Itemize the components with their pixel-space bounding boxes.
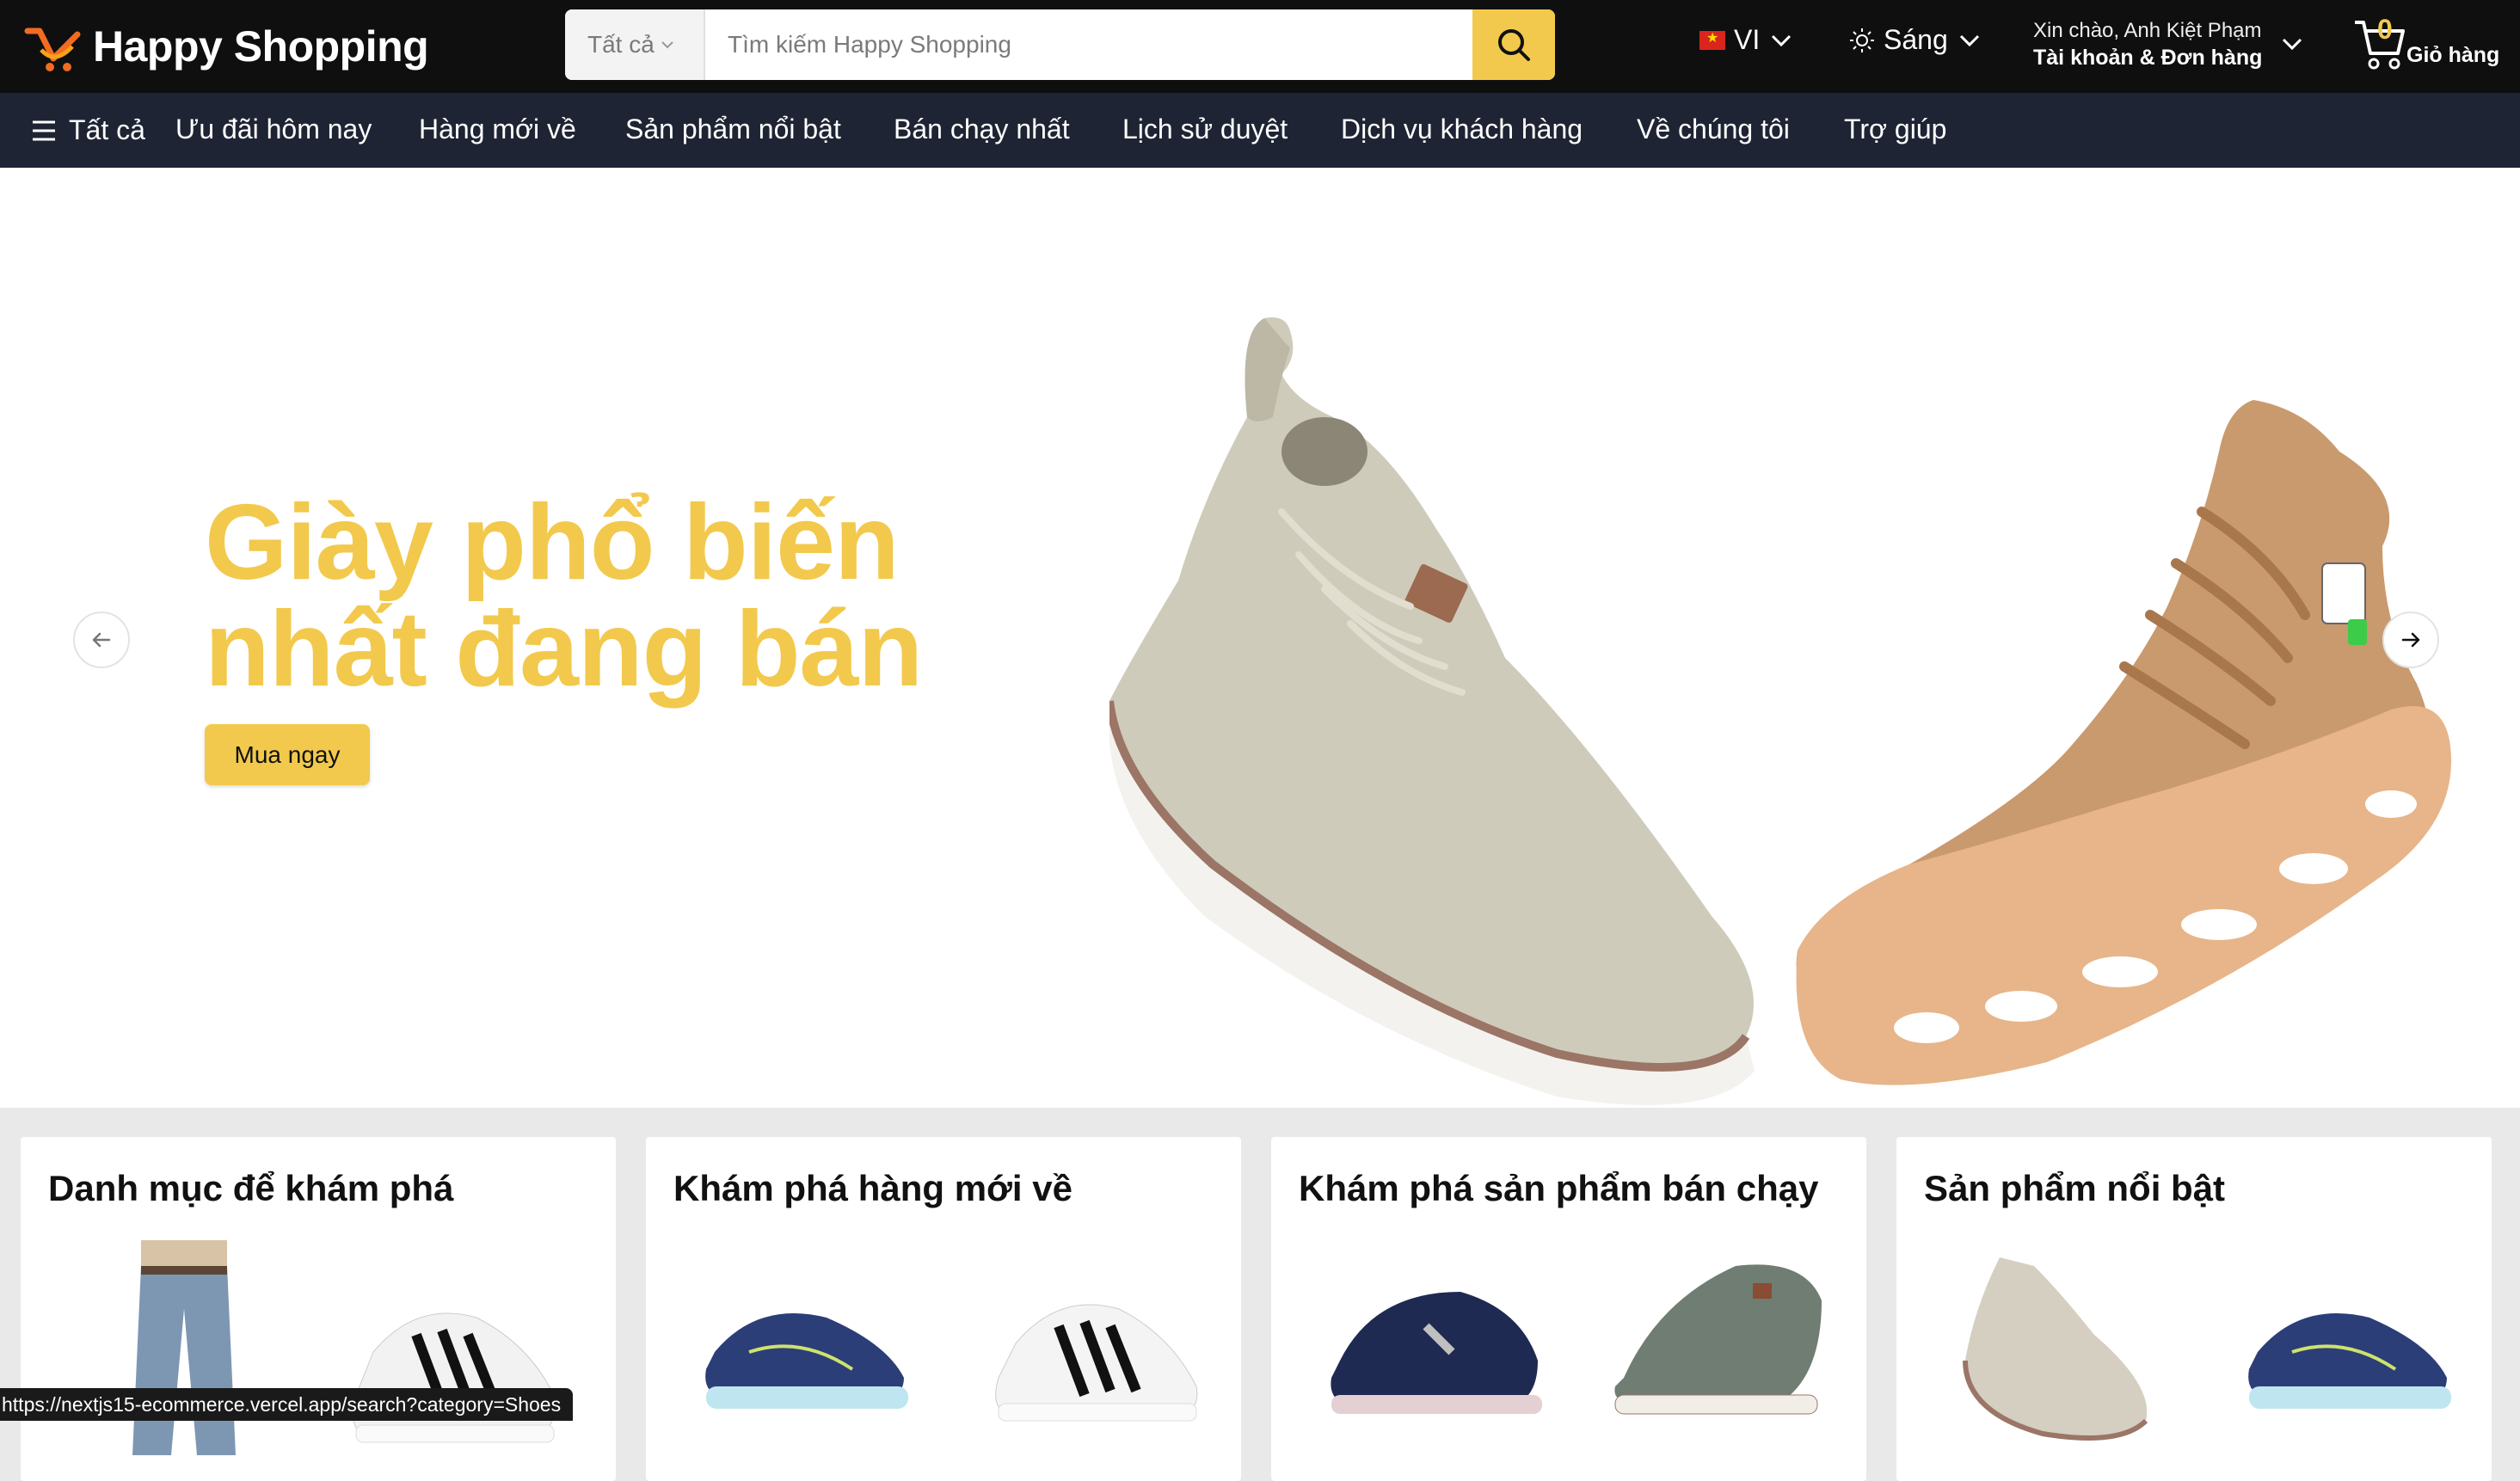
top-bar: Happy Shopping Tất cả VI Sáng Xin chào, … <box>0 0 2520 93</box>
search-bar: Tất cả <box>565 9 1555 80</box>
search-category-label: Tất cả <box>587 31 655 58</box>
jeans-product-image[interactable] <box>115 1240 253 1455</box>
shop-now-button[interactable]: Mua ngay <box>205 724 370 785</box>
card-featured: Sản phẩm nổi bật <box>1896 1137 2492 1481</box>
browser-status-url: https://nextjs15-ecommerce.vercel.app/se… <box>0 1388 574 1421</box>
nav-item-best-sellers[interactable]: Bán chạy nhất <box>894 114 1070 145</box>
card-categories: Danh mục để khám phá <box>21 1137 616 1481</box>
language-label: VI <box>1734 24 1761 55</box>
chevron-down-icon <box>661 41 673 49</box>
nav-item-new-arrivals[interactable]: Hàng mới về <box>419 114 576 145</box>
skechers-slip-on-image[interactable] <box>1323 1266 1546 1438</box>
hero-shoe-beige-image <box>1109 317 1755 1105</box>
search-category-select[interactable]: Tất cả <box>565 9 705 80</box>
hero-title-line-1: Giày phổ biến <box>205 483 900 602</box>
card-title: Sản phẩm nổi bật <box>1924 1168 2226 1208</box>
navy-running-shoe-image[interactable] <box>2240 1292 2455 1421</box>
navy-running-shoe-image[interactable] <box>698 1292 913 1421</box>
chevron-down-icon <box>1959 34 1979 46</box>
category-cards: Danh mục để khám phá Khám phá hàng mới v… <box>0 1108 2520 1481</box>
chevron-down-icon <box>1772 34 1792 46</box>
arrow-left-icon <box>92 632 111 648</box>
vietnam-flag-icon <box>1699 29 1725 50</box>
white-sneaker-product-image[interactable] <box>347 1283 562 1455</box>
sun-icon <box>1850 28 1874 52</box>
hero-title-line-2: nhất đang bán <box>205 590 923 709</box>
nav-item-customer-service[interactable]: Dịch vụ khách hàng <box>1341 114 1583 145</box>
logo-text: Happy Shopping <box>93 22 429 71</box>
theme-selector[interactable]: Sáng <box>1849 24 1982 56</box>
card-title: Khám phá sản phẩm bán chạy <box>1299 1168 1819 1208</box>
all-categories-label: Tất cả <box>69 114 145 145</box>
hero-carousel: Giày phổ biến nhất đang bán Mua ngay <box>0 168 2520 1108</box>
white-adidas-shoe-image[interactable] <box>990 1275 1205 1429</box>
nav-item-help[interactable]: Trợ giúp <box>1844 114 1946 145</box>
account-label: Tài khoản & Đơn hàng <box>2033 46 2263 71</box>
language-selector[interactable]: VI <box>1699 24 1794 56</box>
search-input[interactable] <box>705 9 1472 80</box>
cart-button[interactable]: 0 Giỏ hàng <box>2351 14 2506 76</box>
cart-count-badge: 0 <box>2377 14 2393 45</box>
carousel-next-button[interactable] <box>2382 611 2439 668</box>
olive-knit-shoe-image[interactable] <box>1607 1249 1830 1429</box>
hero-title: Giày phổ biến nhất đang bán <box>205 489 1065 703</box>
account-greeting: Xin chào, Anh Kiệt Phạm <box>2033 19 2262 42</box>
card-new-arrivals: Khám phá hàng mới về <box>646 1137 1241 1481</box>
chevron-down-icon[interactable] <box>2279 31 2305 57</box>
nav-item-about-us[interactable]: Về chúng tôi <box>1637 114 1790 145</box>
beige-knit-shoe-image[interactable] <box>1948 1240 2163 1447</box>
nav-item-browsing-history[interactable]: Lịch sử duyệt <box>1122 114 1288 145</box>
category-nav: Tất cả Ưu đãi hôm nay Hàng mới về Sản ph… <box>0 93 2520 168</box>
arrow-right-icon <box>2401 632 2420 648</box>
menu-icon <box>33 120 55 140</box>
search-icon <box>1498 29 1530 61</box>
account-menu[interactable]: Xin chào, Anh Kiệt Phạm Tài khoản & Đơn … <box>2033 17 2262 72</box>
card-title: Danh mục để khám phá <box>48 1168 454 1208</box>
logo[interactable]: Happy Shopping <box>24 15 429 77</box>
search-button[interactable] <box>1472 9 1555 80</box>
card-title: Khám phá hàng mới về <box>673 1168 1073 1208</box>
nav-item-featured[interactable]: Sản phẩm nổi bật <box>625 114 841 145</box>
shopping-cart-logo-icon <box>24 28 81 71</box>
hero-shoe-tan-image <box>1796 400 2451 1085</box>
carousel-prev-button[interactable] <box>73 611 130 668</box>
all-categories-button[interactable]: Tất cả <box>31 114 145 146</box>
cart-label: Giỏ hàng <box>2406 43 2500 67</box>
card-best-sellers: Khám phá sản phẩm bán chạy <box>1271 1137 1866 1481</box>
nav-item-deals[interactable]: Ưu đãi hôm nay <box>175 114 372 145</box>
theme-label: Sáng <box>1884 24 1948 55</box>
